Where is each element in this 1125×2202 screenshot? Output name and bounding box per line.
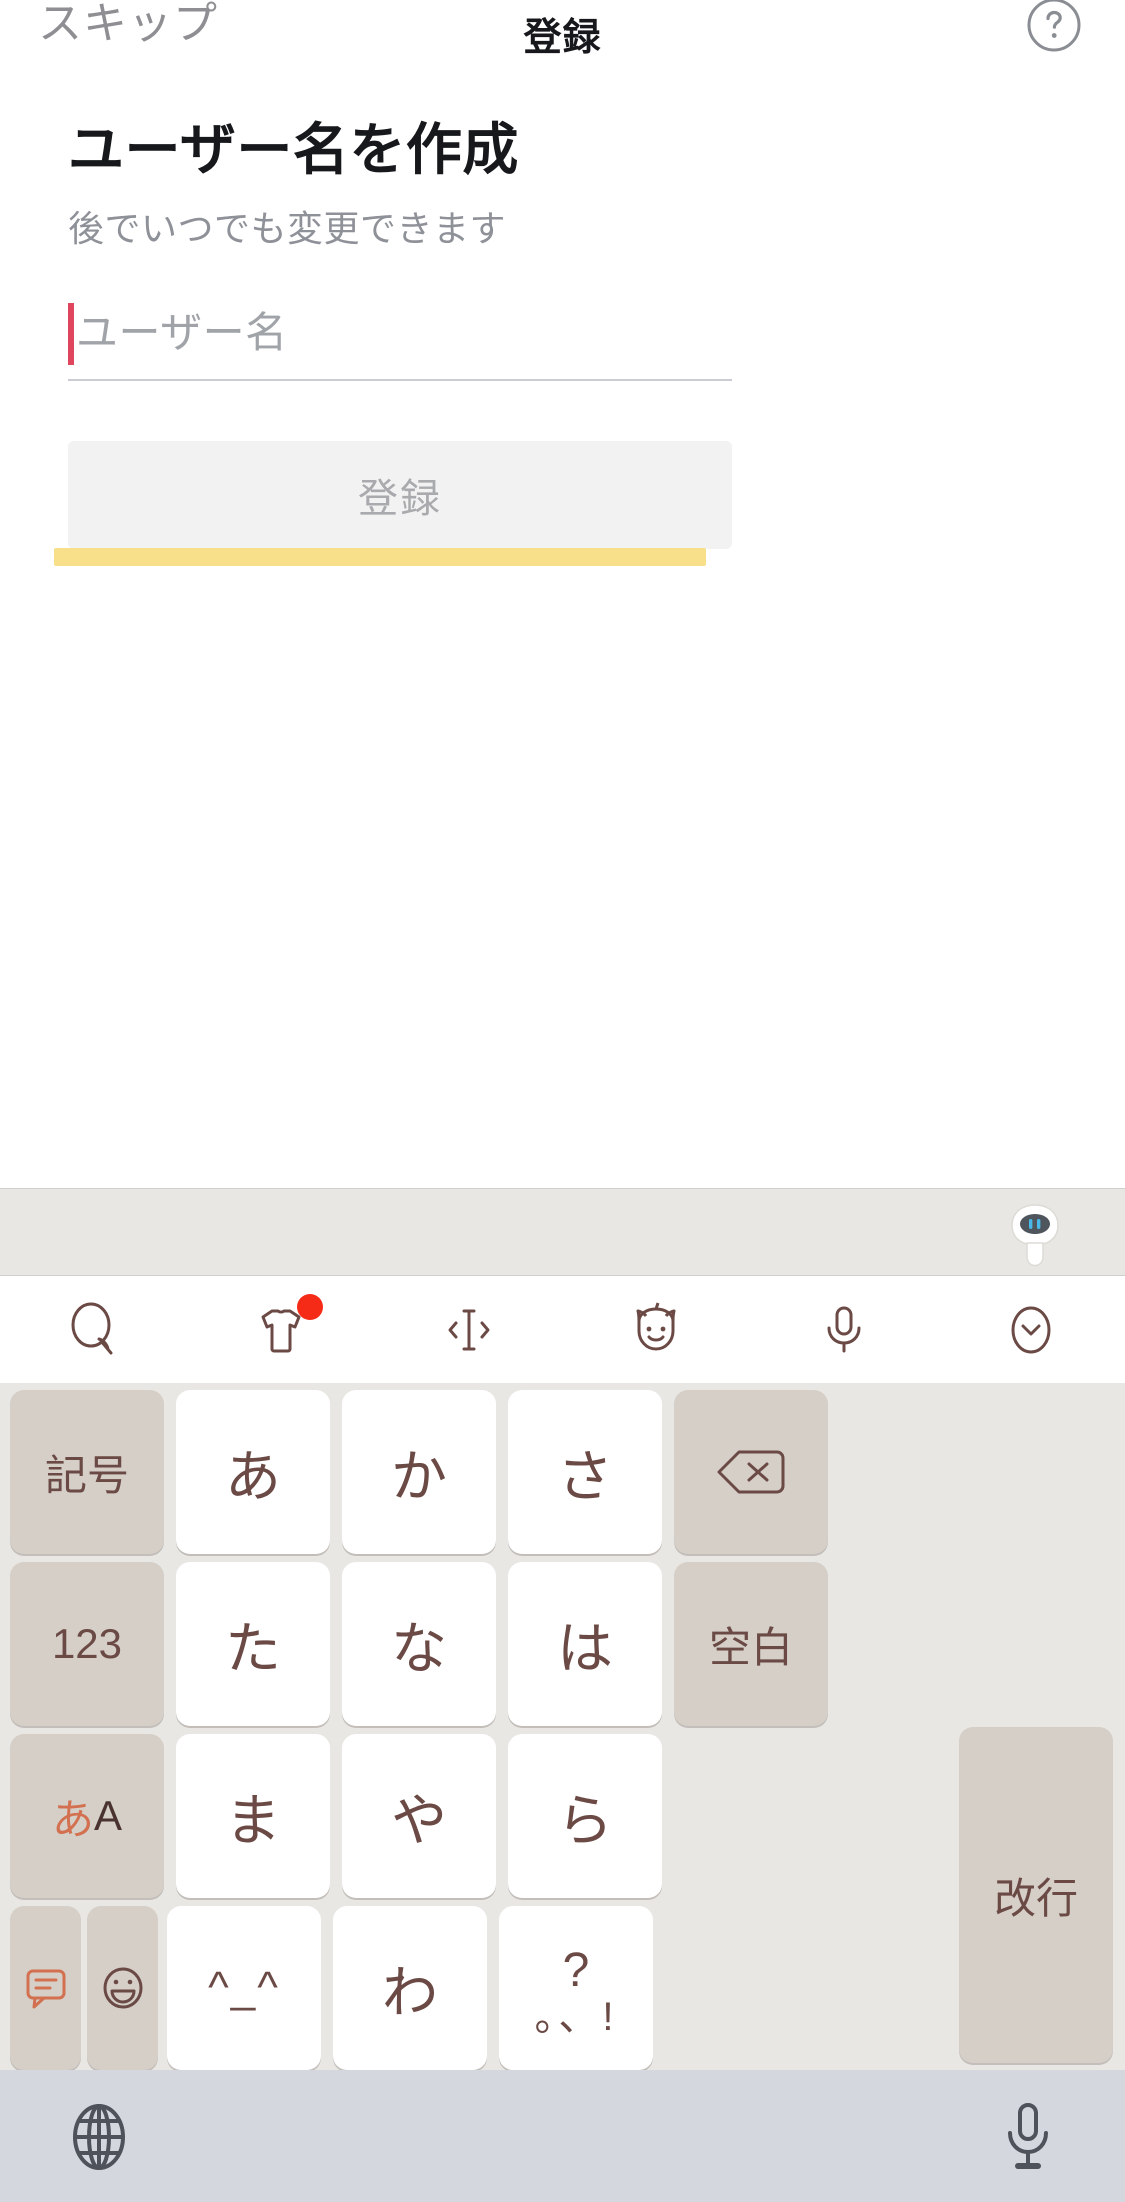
- cursor-move-icon[interactable]: [375, 1276, 563, 1383]
- key-kana-ra[interactable]: ら: [508, 1734, 662, 1898]
- chat-bubble-icon[interactable]: [10, 1906, 81, 2070]
- app-screen: スキップ 登録 ユーザー名を作成 後でいつでも変更できます ユーザー名 登録 記…: [0, 0, 1125, 2202]
- robot-mascot-icon[interactable]: [1001, 1199, 1069, 1271]
- tshirt-theme-icon[interactable]: [188, 1276, 376, 1383]
- page-subtitle: 後でいつでも変更できます: [68, 208, 507, 249]
- key-row: あA ま や ら: [4, 1734, 1125, 1898]
- key-kana-na[interactable]: な: [342, 1562, 496, 1726]
- mode-latin-label: A: [94, 1792, 123, 1839]
- punct-secondary-label: 。、!: [534, 1995, 618, 2039]
- key-kana-ka[interactable]: か: [342, 1390, 496, 1554]
- key-kaomoji[interactable]: ^_^: [167, 1906, 321, 2070]
- page-header-title: 登録: [523, 17, 602, 59]
- key-grid: 記号 あ か さ 123 た な は 空白 あ A ま や ら ^_^ わ ? …: [0, 1383, 1125, 2070]
- key-row: 123 た な は 空白: [4, 1562, 1125, 1726]
- top-navigation-bar: スキップ 登録: [0, 0, 1125, 78]
- key-punctuation[interactable]: ? 。、!: [499, 1906, 653, 2070]
- key-kana-ha[interactable]: は: [508, 1562, 662, 1726]
- sticker-face-icon[interactable]: [563, 1276, 751, 1383]
- key-input-mode-toggle[interactable]: あA: [10, 1734, 164, 1898]
- notification-badge: [297, 1294, 323, 1320]
- chevron-down-circle-icon[interactable]: [938, 1276, 1125, 1383]
- suggestion-bar[interactable]: [0, 1188, 1125, 1276]
- keyboard-toolbar: [0, 1276, 1125, 1383]
- system-bottom-bar: [0, 2070, 1125, 2202]
- question-circle-icon[interactable]: [1025, 0, 1083, 54]
- text-caret: [68, 303, 74, 365]
- key-kana-a[interactable]: あ: [176, 1390, 330, 1554]
- input-underline: [68, 379, 732, 381]
- search-icon[interactable]: [0, 1276, 188, 1383]
- microphone-icon[interactable]: [750, 1276, 938, 1383]
- key-kana-ma[interactable]: ま: [176, 1734, 330, 1898]
- mode-kana-label: あ: [51, 1795, 94, 1843]
- key-row: ^_^ わ ? 。、!: [4, 1906, 1125, 2070]
- username-input-field[interactable]: ユーザー名: [68, 293, 732, 398]
- key-numbers[interactable]: 123: [10, 1562, 164, 1726]
- key-kana-ya[interactable]: や: [342, 1734, 496, 1898]
- username-input-placeholder: ユーザー名: [76, 309, 288, 356]
- page-title: ユーザー名を作成: [68, 118, 519, 181]
- dictation-microphone-icon[interactable]: [999, 2100, 1057, 2174]
- key-kana-sa[interactable]: さ: [508, 1390, 662, 1554]
- yellow-highlight-bar: [54, 548, 706, 566]
- punct-primary-label: ?: [562, 1944, 590, 1997]
- key-kana-ta[interactable]: た: [176, 1562, 330, 1726]
- key-kana-wa[interactable]: わ: [333, 1906, 487, 2070]
- key-space[interactable]: 空白: [674, 1562, 828, 1726]
- backspace-icon[interactable]: [674, 1390, 828, 1554]
- key-enter[interactable]: 改行: [959, 1727, 1113, 2063]
- key-symbols[interactable]: 記号: [10, 1390, 164, 1554]
- software-keyboard: 記号 あ か さ 123 た な は 空白 あ A ま や ら ^_^ わ ? …: [0, 1188, 1125, 2202]
- register-submit-button[interactable]: 登録: [68, 441, 732, 549]
- emoji-smile-icon[interactable]: [87, 1906, 158, 2070]
- key-row: 記号 あ か さ: [4, 1390, 1125, 1554]
- globe-language-icon[interactable]: [68, 2102, 130, 2172]
